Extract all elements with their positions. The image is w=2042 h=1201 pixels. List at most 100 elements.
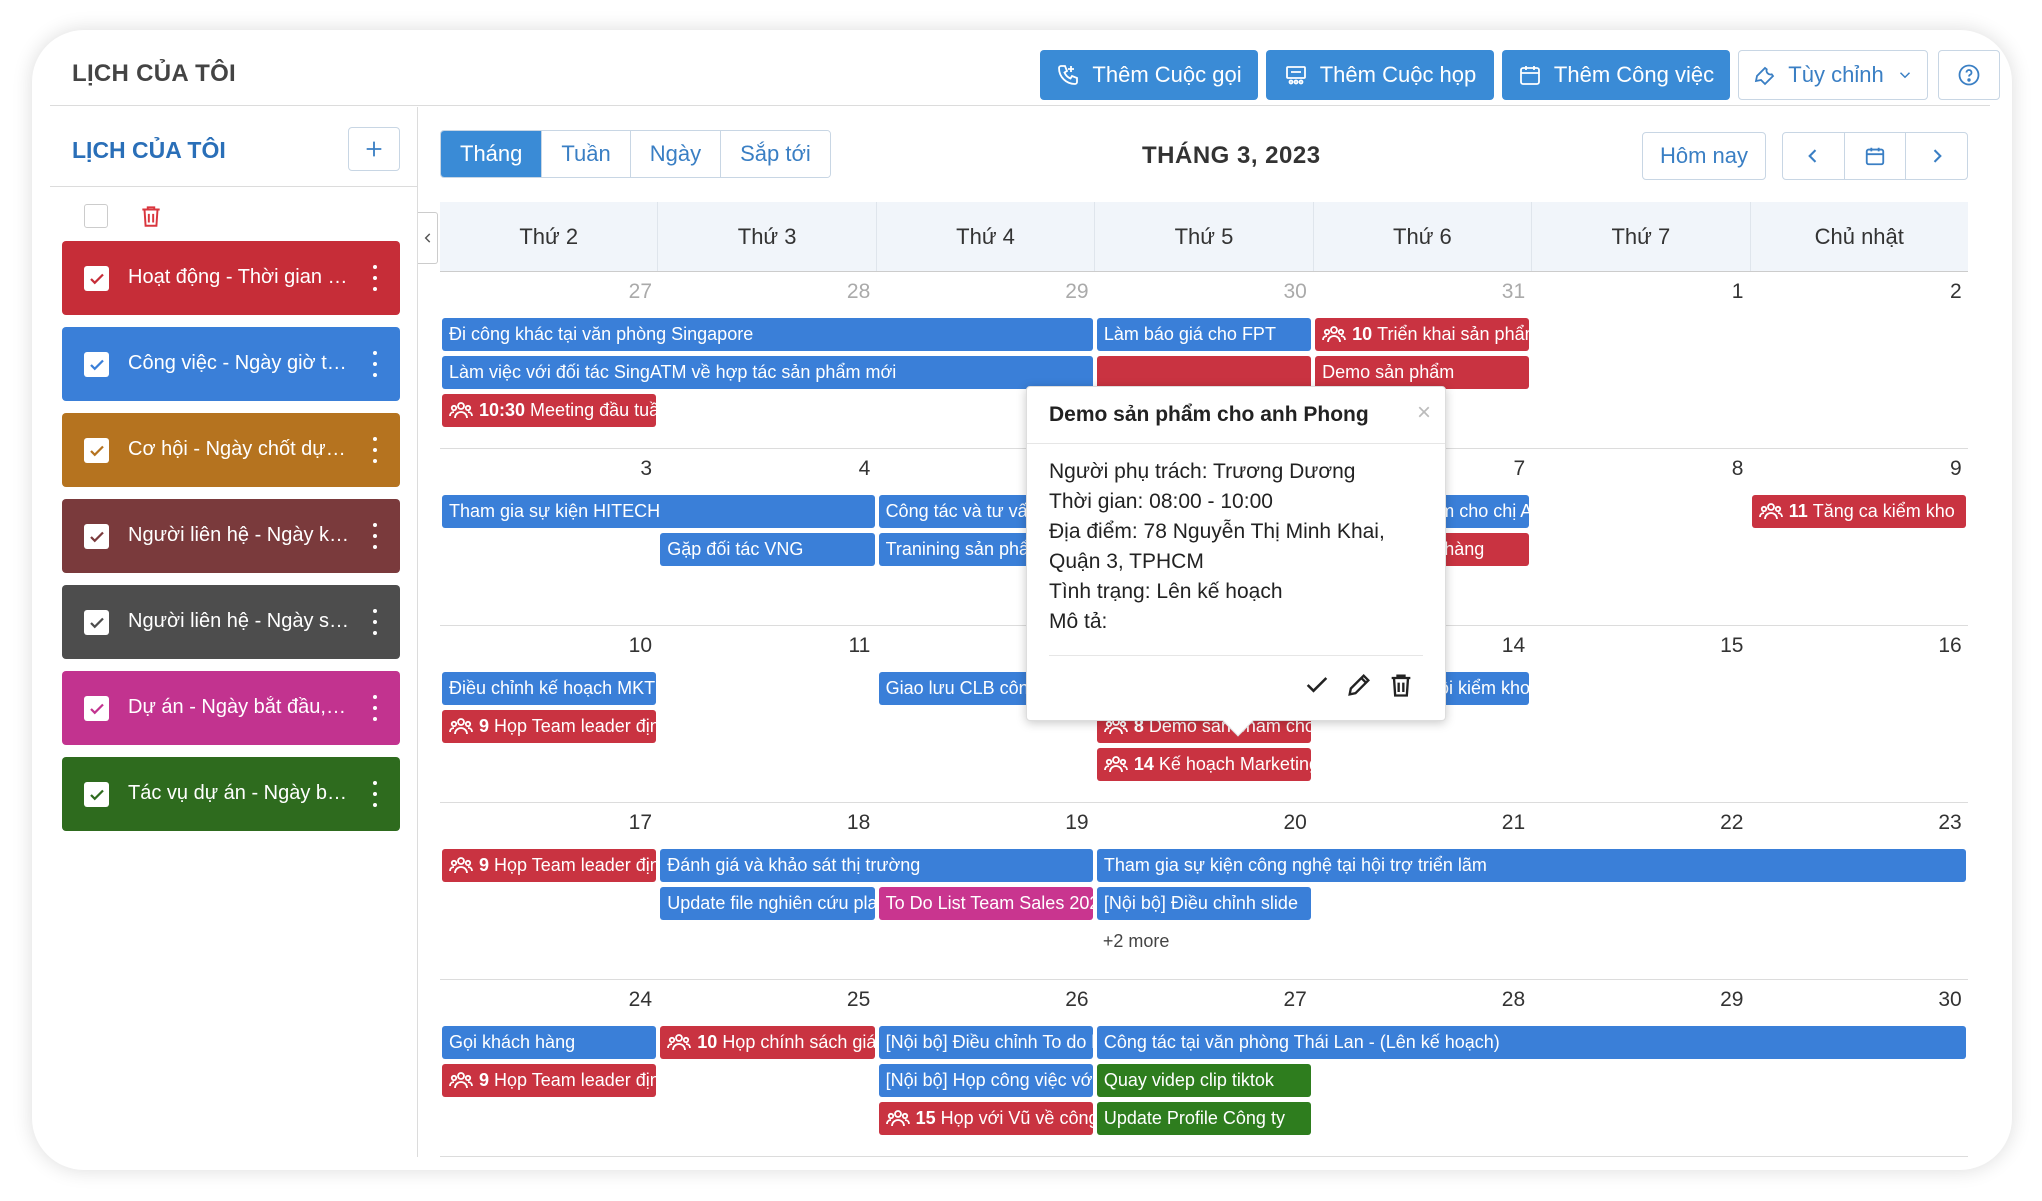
more-options-icon[interactable] <box>368 691 382 725</box>
calendar-item[interactable]: Tác vụ dự án - Ngày bắt đầu <box>62 757 400 831</box>
check-icon[interactable] <box>1303 671 1331 699</box>
tab-week[interactable]: Tuần <box>542 131 631 177</box>
more-options-icon[interactable] <box>368 347 382 381</box>
calendar-checkbox[interactable] <box>84 782 109 807</box>
calendar-event[interactable]: Tham gia sự kiện HITECH <box>442 495 875 528</box>
calendar-checkbox[interactable] <box>84 524 109 549</box>
day-number[interactable]: 22 <box>1531 811 1749 835</box>
edit-icon[interactable] <box>1345 671 1373 699</box>
calendar-event[interactable]: 14 Kế hoạch Marketing <box>1096 748 1312 781</box>
day-number[interactable]: 18 <box>658 811 876 835</box>
calendar-event[interactable]: Điều chỉnh kế hoạch MKT <box>442 672 657 705</box>
close-icon[interactable]: × <box>1417 399 1431 427</box>
day-number[interactable]: 15 <box>1531 634 1749 658</box>
day-number[interactable]: 20 <box>1095 811 1313 835</box>
calendar-event[interactable]: Làm việc với đối tác SingATM về hợp tác … <box>442 356 1093 389</box>
tab-upcoming[interactable]: Sắp tới <box>721 131 830 177</box>
day-number[interactable]: 25 <box>658 988 876 1012</box>
day-number[interactable]: 31 <box>1313 280 1531 304</box>
calendar-checkbox[interactable] <box>84 610 109 635</box>
calendar-event[interactable]: 9Họp Team leader định kỳ <box>442 849 657 882</box>
day-number[interactable]: 9 <box>1750 457 1968 481</box>
calendar-event[interactable]: Update file nghiên cứu plan <box>660 887 875 920</box>
day-number[interactable]: 27 <box>440 280 658 304</box>
day-number[interactable]: 3 <box>440 457 658 481</box>
more-options-icon[interactable] <box>368 777 382 811</box>
calendar-checkbox[interactable] <box>84 266 109 291</box>
more-options-icon[interactable] <box>368 433 382 467</box>
day-number[interactable]: 24 <box>440 988 658 1012</box>
calendar-item[interactable]: Người liên hệ - Ngày kỷ niệm <box>62 499 400 573</box>
day-number[interactable]: 21 <box>1313 811 1531 835</box>
date-picker-button[interactable] <box>1845 133 1907 179</box>
select-all-checkbox[interactable] <box>84 204 108 228</box>
calendar-event[interactable]: 10:30 Meeting đầu tuần <box>442 394 657 427</box>
trash-icon[interactable] <box>1387 671 1415 699</box>
calendar-checkbox[interactable] <box>84 352 109 377</box>
calendar-event[interactable]: To Do List Team Sales 2023 <box>878 887 1093 920</box>
more-options-icon[interactable] <box>368 605 382 639</box>
delete-button[interactable] <box>138 203 164 229</box>
calendar-event[interactable]: Gặp đối tác VNG <box>660 533 875 566</box>
add-meeting-button[interactable]: Thêm Cuộc họp <box>1266 50 1494 100</box>
more-options-icon[interactable] <box>368 261 382 295</box>
add-calendar-button[interactable] <box>348 127 400 171</box>
calendar-event[interactable]: Update Profile Công ty <box>1096 1102 1312 1135</box>
calendar-checkbox[interactable] <box>84 696 109 721</box>
day-number[interactable]: 16 <box>1750 634 1968 658</box>
day-number[interactable]: 30 <box>1095 280 1313 304</box>
calendar-event[interactable] <box>1096 356 1312 389</box>
prev-month-button[interactable] <box>1783 133 1845 179</box>
day-number[interactable]: 2 <box>1750 280 1968 304</box>
calendar-item[interactable]: Hoạt động - Thời gian thực hiện <box>62 241 400 315</box>
tab-month[interactable]: Tháng <box>441 131 543 177</box>
calendar-event[interactable]: Làm báo giá cho FPT <box>1096 318 1312 351</box>
today-button[interactable]: Hôm nay <box>1642 132 1766 180</box>
more-events-link[interactable]: +2 more <box>1103 931 1170 952</box>
calendar-event[interactable]: 11 Tăng ca kiểm kho <box>1751 495 1966 528</box>
day-number[interactable]: 17 <box>440 811 658 835</box>
day-number[interactable]: 27 <box>1095 988 1313 1012</box>
calendar-event[interactable]: Đi công khác tại văn phòng Singapore <box>442 318 1093 351</box>
day-number[interactable]: 23 <box>1750 811 1968 835</box>
add-call-button[interactable]: Thêm Cuộc gọi <box>1040 50 1258 100</box>
calendar-item[interactable]: Công việc - Ngày giờ thực hiện <box>62 327 400 401</box>
calendar-event[interactable]: Demo sản phẩm <box>1315 356 1530 389</box>
calendar-event[interactable]: Gọi khách hàng <box>442 1026 657 1059</box>
calendar-event[interactable]: [Nội bộ] Họp công việc với team <box>878 1064 1093 1097</box>
calendar-event[interactable]: [Nội bộ] Điều chỉnh To do list <box>878 1026 1093 1059</box>
calendar-item[interactable]: Dự án - Ngày bắt đầu, kết thúc <box>62 671 400 745</box>
day-number[interactable]: 4 <box>658 457 876 481</box>
calendar-event[interactable]: 10 Họp chính sách giá <box>660 1026 875 1059</box>
calendar-event[interactable]: Quay videp clip tiktok <box>1096 1064 1312 1097</box>
day-number[interactable]: 28 <box>658 280 876 304</box>
tab-day[interactable]: Ngày <box>630 131 722 177</box>
calendar-event[interactable]: 9Họp Team leader định kỳ <box>442 710 657 743</box>
day-number[interactable]: 29 <box>877 280 1095 304</box>
day-number[interactable]: 1 <box>1531 280 1749 304</box>
day-number[interactable]: 26 <box>877 988 1095 1012</box>
more-options-icon[interactable] <box>368 519 382 553</box>
help-button[interactable] <box>1938 50 2000 100</box>
calendar-event[interactable]: Đánh giá và khảo sát thị trường <box>660 849 1093 882</box>
calendar-event[interactable]: 15Họp với Vũ về công việc <box>878 1102 1093 1135</box>
add-task-button[interactable]: Thêm Công việc <box>1502 50 1730 100</box>
calendar-checkbox[interactable] <box>84 438 109 463</box>
day-number[interactable]: 28 <box>1313 988 1531 1012</box>
day-number[interactable]: 29 <box>1531 988 1749 1012</box>
calendar-item[interactable]: Cơ hội - Ngày chốt dự kiến <box>62 413 400 487</box>
day-number[interactable]: 30 <box>1750 988 1968 1012</box>
day-number[interactable]: 8 <box>1531 457 1749 481</box>
collapse-sidebar-button[interactable] <box>418 212 438 264</box>
calendar-event[interactable]: [Nội bộ] Điều chỉnh slide <box>1096 887 1312 920</box>
calendar-event[interactable]: 9Họp Team leader định kỳ <box>442 1064 657 1097</box>
day-number[interactable]: 10 <box>440 634 658 658</box>
customize-button[interactable]: Tùy chỉnh <box>1738 50 1928 100</box>
day-number[interactable]: 11 <box>658 634 876 658</box>
calendar-event[interactable]: 10 Triển khai sản phẩm <box>1315 318 1530 351</box>
calendar-item[interactable]: Người liên hệ - Ngày sinh nhật <box>62 585 400 659</box>
day-number[interactable]: 19 <box>877 811 1095 835</box>
calendar-event[interactable]: Tham gia sự kiện công nghệ tại hội trợ t… <box>1096 849 1966 882</box>
calendar-event[interactable]: Công tác tại văn phòng Thái Lan - (Lên k… <box>1096 1026 1966 1059</box>
next-month-button[interactable] <box>1906 133 1967 179</box>
